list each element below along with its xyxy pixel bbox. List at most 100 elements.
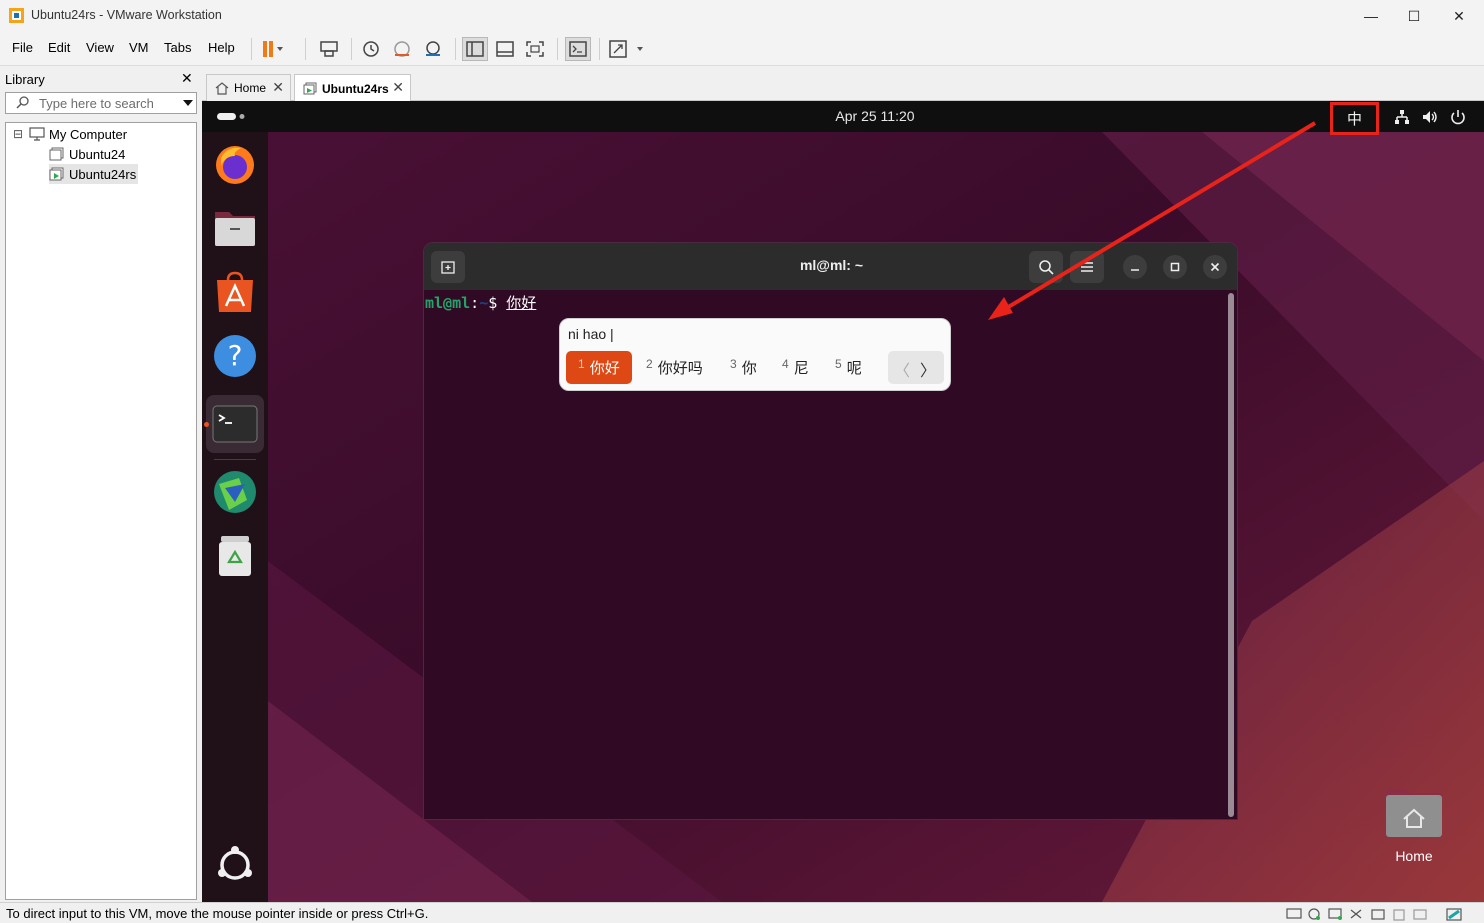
svg-text:?: ? <box>228 339 243 372</box>
full-screen-button[interactable] <box>522 37 548 61</box>
ubuntu-logo-icon <box>218 846 252 880</box>
search-icon <box>16 96 29 109</box>
console-view-button[interactable] <box>565 37 591 61</box>
library-close-button[interactable]: ✕ <box>181 70 193 87</box>
pause-vm-button[interactable] <box>258 37 284 61</box>
ubuntu-dock: ? <box>202 132 268 902</box>
maximize-icon <box>1170 262 1180 272</box>
vm-running-icon <box>303 82 317 95</box>
dock-firefox[interactable] <box>210 139 260 189</box>
stretch-icon <box>609 40 643 58</box>
hamburger-menu-icon <box>1081 262 1093 272</box>
toolbar-separator <box>557 38 558 60</box>
device-status-icons[interactable] <box>1284 906 1484 922</box>
show-thumbnail-bar-button[interactable] <box>492 37 518 61</box>
snapshot-manager-icon <box>426 41 440 56</box>
desktop-home-folder-icon[interactable] <box>1384 785 1444 839</box>
tree-collapse-icon[interactable]: ⊟ <box>13 127 27 141</box>
ime-candidate-4[interactable]: 4尼 <box>782 351 809 384</box>
toolbar-separator <box>351 38 352 60</box>
prompt-user: ml@ml <box>425 294 471 312</box>
library-panel-icon <box>466 41 484 57</box>
window-title: Ubuntu24rs - VMware Workstation <box>31 8 222 22</box>
terminal-minimize-button[interactable] <box>1123 255 1147 279</box>
gnome-top-bar: Apr 25 11:20 中 <box>202 101 1484 135</box>
revert-snapshot-button[interactable] <box>389 37 415 61</box>
tab-ubuntu24rs-close-button[interactable]: ✕ <box>392 79 404 96</box>
dock-separator <box>214 459 256 460</box>
tab-home-label: Home <box>234 81 267 95</box>
dock-files[interactable] <box>210 203 260 253</box>
menu-toolbar: File Edit View VM Tabs Help <box>0 32 1484 66</box>
tree-label-ubuntu24: Ubuntu24 <box>69 146 126 162</box>
tab-home-close-button[interactable]: ✕ <box>272 79 284 96</box>
terminal-headerbar: ml@ml: ~ <box>424 243 1237 290</box>
library-tree: ⊟ My Computer Ubuntu24 Ubuntu24rs <box>5 122 197 900</box>
files-folder-icon <box>215 212 255 246</box>
ime-candidate-3[interactable]: 3你 <box>730 351 757 384</box>
tree-label-ubuntu24rs: Ubuntu24rs <box>69 166 137 182</box>
ime-next-page-button[interactable]: 〉 <box>920 357 936 381</box>
menu-file[interactable]: File <box>12 40 33 55</box>
close-window-button[interactable]: ✕ <box>1436 0 1482 32</box>
terminal-title: ml@ml: ~ <box>799 257 864 273</box>
search-placeholder: Type here to search <box>39 96 154 111</box>
stretch-guest-button[interactable] <box>607 37 647 61</box>
desktop-home-label: Home <box>1395 848 1433 864</box>
library-search-input[interactable]: Type here to search <box>5 92 197 114</box>
menu-tabs[interactable]: Tabs <box>164 40 191 55</box>
gnome-clock[interactable]: Apr 25 11:20 <box>202 108 1484 124</box>
tree-label-my-computer: My Computer <box>49 126 128 142</box>
dock-help[interactable]: ? <box>210 331 260 381</box>
terminal-search-button[interactable] <box>1029 251 1063 283</box>
keyboard-icon <box>320 41 338 57</box>
dock-show-apps[interactable] <box>210 840 260 890</box>
toolbar-separator <box>251 38 252 60</box>
tree-node-ubuntu24rs[interactable]: Ubuntu24rs <box>49 164 139 184</box>
minimize-button[interactable]: — <box>1348 0 1394 32</box>
snapshot-button[interactable] <box>358 37 384 61</box>
status-bar: To direct input to this VM, move the mou… <box>0 902 1484 923</box>
dock-vmware-tools[interactable] <box>210 467 260 517</box>
snapshot-manager-button[interactable] <box>420 37 446 61</box>
menu-vm[interactable]: VM <box>129 40 149 55</box>
terminal-prompt-line: ml@ml:~$ 你好 <box>425 292 536 313</box>
network-icon[interactable] <box>1393 108 1411 126</box>
menu-view[interactable]: View <box>86 40 114 55</box>
vmware-logo-icon <box>9 8 24 23</box>
tree-node-ubuntu24[interactable]: Ubuntu24 <box>49 144 125 164</box>
terminal-maximize-button[interactable] <box>1163 255 1187 279</box>
terminal-icon <box>212 405 258 443</box>
ime-candidate-2[interactable]: 2 你好吗 <box>646 351 703 384</box>
volume-icon[interactable] <box>1421 108 1439 126</box>
show-library-button[interactable] <box>462 37 488 61</box>
pause-icon <box>263 41 283 57</box>
dock-app-center[interactable] <box>210 267 260 317</box>
ime-pinyin-preedit: ni hao | <box>568 326 614 342</box>
power-icon[interactable] <box>1449 108 1467 126</box>
terminal-menu-button[interactable] <box>1070 251 1104 283</box>
send-ctrl-alt-del-button[interactable] <box>316 37 342 61</box>
vm-display[interactable]: Apr 25 11:20 中 ? ml@ml: ~ ml@ml:~$ 你好 ni… <box>202 101 1484 902</box>
revert-icon <box>394 41 410 57</box>
menu-edit[interactable]: Edit <box>48 40 70 55</box>
terminal-scrollbar[interactable] <box>1228 293 1234 817</box>
computer-icon <box>29 127 45 141</box>
ime-prev-page-button[interactable]: 〈 <box>894 357 910 381</box>
dropdown-arrow-icon[interactable] <box>183 99 193 107</box>
ime-candidate-5[interactable]: 5呢 <box>835 351 862 384</box>
terminal-close-button[interactable] <box>1203 255 1227 279</box>
menu-help[interactable]: Help <box>208 40 235 55</box>
input-method-indicator[interactable]: 中 <box>1330 102 1379 135</box>
tab-ubuntu24rs[interactable]: Ubuntu24rs ✕ <box>294 74 411 102</box>
prompt-path: ~ <box>479 294 489 312</box>
ime-candidate-1[interactable]: 1 你好 <box>566 351 632 384</box>
tab-home[interactable]: Home ✕ <box>206 74 291 101</box>
maximize-button[interactable]: ☐ <box>1391 0 1437 32</box>
dock-terminal[interactable] <box>206 395 264 453</box>
vm-tools-icon <box>214 471 256 513</box>
toolbar-separator <box>305 38 306 60</box>
tree-node-my-computer[interactable]: ⊟ My Computer <box>13 124 127 144</box>
dock-trash[interactable] <box>210 531 260 581</box>
tab-strip: Home ✕ Ubuntu24rs ✕ <box>202 70 1484 102</box>
